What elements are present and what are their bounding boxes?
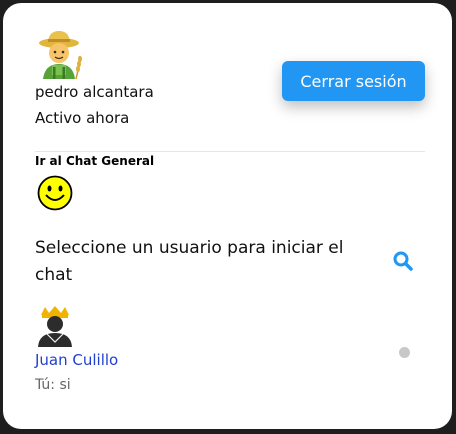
farmer-avatar-icon (39, 31, 82, 80)
chat-list-item[interactable]: Juan Culillo Tú: si (33, 301, 425, 401)
general-chat-link[interactable]: Ir al Chat General (35, 154, 154, 168)
smiley-face-icon[interactable] (37, 175, 73, 211)
user-header: pedro alcantara Activo ahora Cerrar sesi… (3, 3, 452, 151)
user-name: pedro alcantara (35, 83, 154, 101)
select-user-prompt: Seleccione un usuario para iniciar el ch… (35, 238, 344, 285)
user-status: Activo ahora (35, 109, 130, 127)
logout-button[interactable]: Cerrar sesión (282, 61, 425, 101)
header-divider (35, 151, 425, 152)
last-message: Tú: si (35, 377, 71, 393)
offline-status-dot (399, 347, 410, 358)
chat-panel: pedro alcantara Activo ahora Cerrar sesi… (3, 3, 452, 429)
search-icon[interactable] (392, 250, 414, 272)
crowned-person-avatar-icon (38, 306, 72, 347)
contact-name[interactable]: Juan Culillo (35, 351, 118, 369)
